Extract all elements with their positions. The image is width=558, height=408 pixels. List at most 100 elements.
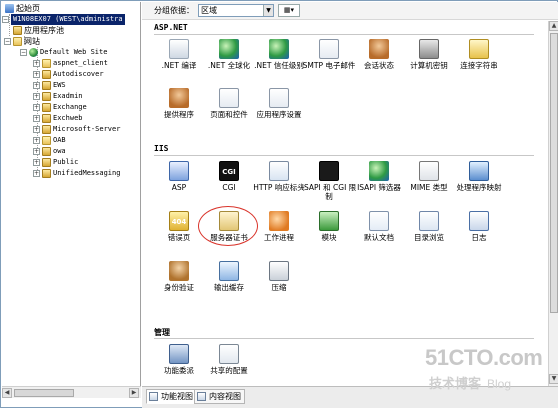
machine-key-icon xyxy=(419,39,439,59)
feature-compression[interactable]: 压缩 xyxy=(250,261,308,305)
folder-icon xyxy=(42,59,51,68)
collapse-icon[interactable]: − xyxy=(2,16,9,23)
tree-start-page[interactable]: 起始页 xyxy=(5,3,40,14)
tree-server[interactable]: − W1N08EX07 (WEST\administra xyxy=(2,14,125,25)
group-by-toolbar: 分组依据： 区域 ▼ ▦▾ xyxy=(142,2,558,20)
grid-view-icon: ▦▾ xyxy=(283,6,295,14)
isapi-filters-icon xyxy=(369,161,389,181)
watermark-site: 51CTO.com xyxy=(425,345,543,370)
application-icon xyxy=(42,147,51,156)
session-state-icon xyxy=(369,39,389,59)
output-caching-icon xyxy=(219,261,239,281)
expand-icon[interactable]: + xyxy=(33,115,40,122)
application-icon xyxy=(42,158,51,167)
tab-content-view[interactable]: 内容视图 xyxy=(194,389,245,404)
cgi-icon: CGI xyxy=(219,161,239,181)
section-manage: 管理 xyxy=(154,327,534,339)
expand-icon[interactable]: + xyxy=(33,159,40,166)
scroll-thumb[interactable] xyxy=(550,33,558,313)
feature-label: 应用程序设置 xyxy=(256,110,302,119)
expand-icon[interactable]: + xyxy=(33,104,40,111)
tree-horizontal-scrollbar[interactable]: ◀ ▶ xyxy=(2,386,141,398)
application-icon xyxy=(42,114,51,123)
feature-app-settings[interactable]: 应用程序设置 xyxy=(250,88,308,132)
iis-manager-window: 起始页 − W1N08EX07 (WEST\administra 应用程序池 −… xyxy=(0,0,558,408)
application-icon xyxy=(42,70,51,79)
providers-icon xyxy=(169,88,189,108)
isapi-cgi-icon xyxy=(319,161,339,181)
worker-processes-icon xyxy=(269,211,289,231)
tree-item-owa[interactable]: + owa xyxy=(33,146,66,157)
group-by-select[interactable]: 区域 ▼ xyxy=(198,4,274,17)
application-icon xyxy=(42,92,51,101)
tree-item-oab[interactable]: + OAB xyxy=(33,135,66,146)
http-headers-icon xyxy=(269,161,289,181)
tree-item-autodiscover[interactable]: + Autodiscover xyxy=(33,69,104,80)
feature-handler-mappings[interactable]: 处理程序映射 xyxy=(450,161,508,205)
tree-item-exadmin[interactable]: + Exadmin xyxy=(33,91,83,102)
vertical-scrollbar[interactable]: ▲ ▼ xyxy=(548,21,558,386)
feature-delegation-icon xyxy=(169,344,189,364)
expand-icon[interactable]: + xyxy=(33,126,40,133)
feature-label: 处理程序映射 xyxy=(456,183,502,192)
tree-item-aspnet-client[interactable]: + aspnet_client xyxy=(33,58,108,69)
modules-icon xyxy=(319,211,339,231)
view-mode-button[interactable]: ▦▾ xyxy=(278,4,300,17)
scroll-thumb[interactable] xyxy=(14,389,74,397)
expand-icon[interactable]: + xyxy=(33,170,40,177)
scroll-left-icon[interactable]: ◀ xyxy=(2,388,12,398)
application-icon xyxy=(42,125,51,134)
feature-label: 压缩 xyxy=(271,283,287,292)
net-compile-icon xyxy=(169,39,189,59)
group-by-label: 分组依据： xyxy=(154,6,194,15)
handler-mappings-icon xyxy=(469,161,489,181)
tree-item-unifiedmessaging[interactable]: + UnifiedMessaging xyxy=(33,168,120,179)
globe-icon xyxy=(29,48,38,57)
tree-item-microsoft-server[interactable]: + Microsoft-Server xyxy=(33,124,120,135)
tree-item-ews[interactable]: + EWS xyxy=(33,80,66,91)
feature-shared-configuration[interactable]: 共享的配置 xyxy=(200,344,258,386)
globalization-icon xyxy=(219,39,239,59)
expand-icon[interactable]: + xyxy=(33,137,40,144)
collapse-icon[interactable]: − xyxy=(4,38,11,45)
feature-label: 连接字符串 xyxy=(460,61,498,70)
scroll-right-icon[interactable]: ▶ xyxy=(129,388,139,398)
expand-icon[interactable]: + xyxy=(33,71,40,78)
expand-icon[interactable]: + xyxy=(33,82,40,89)
asp-icon xyxy=(169,161,189,181)
tree-item-exchweb[interactable]: + Exchweb xyxy=(33,113,83,124)
expand-icon[interactable]: + xyxy=(33,148,40,155)
feature-label: 日志 xyxy=(471,233,487,242)
default-document-icon xyxy=(369,211,389,231)
error-pages-icon: 404 xyxy=(169,211,189,231)
compression-icon xyxy=(269,261,289,281)
shared-configuration-icon xyxy=(219,344,239,364)
tree-app-pools[interactable]: 应用程序池 xyxy=(13,25,64,36)
chevron-down-icon: ▼ xyxy=(263,5,273,16)
application-icon xyxy=(42,169,51,178)
mime-types-icon xyxy=(419,161,439,181)
home-icon xyxy=(5,4,14,13)
smtp-email-icon xyxy=(319,39,339,59)
directory-browsing-icon xyxy=(419,211,439,231)
logging-icon xyxy=(469,211,489,231)
tree-item-exchange[interactable]: + Exchange xyxy=(33,102,87,113)
watermark-tagline: 技术博客 Blog xyxy=(429,377,512,392)
feature-connection-strings[interactable]: 连接字符串 xyxy=(450,39,508,83)
application-icon xyxy=(42,103,51,112)
section-aspnet: ASP.NET xyxy=(154,23,534,35)
app-pool-icon xyxy=(13,26,22,35)
collapse-icon[interactable]: − xyxy=(20,49,27,56)
tree-default-web-site[interactable]: − Default Web Site xyxy=(20,47,107,58)
folder-icon xyxy=(42,136,51,145)
expand-icon[interactable]: + xyxy=(33,93,40,100)
application-icon xyxy=(42,81,51,90)
trust-level-icon xyxy=(269,39,289,59)
feature-logging[interactable]: 日志 xyxy=(450,211,508,255)
scroll-up-icon[interactable]: ▲ xyxy=(549,21,558,31)
tree-item-public[interactable]: + Public xyxy=(33,157,78,168)
authentication-icon xyxy=(169,261,189,281)
tree-sites[interactable]: − 网站 xyxy=(4,36,40,47)
tab-features-view[interactable]: 功能视图 xyxy=(146,389,197,404)
expand-icon[interactable]: + xyxy=(33,60,40,67)
